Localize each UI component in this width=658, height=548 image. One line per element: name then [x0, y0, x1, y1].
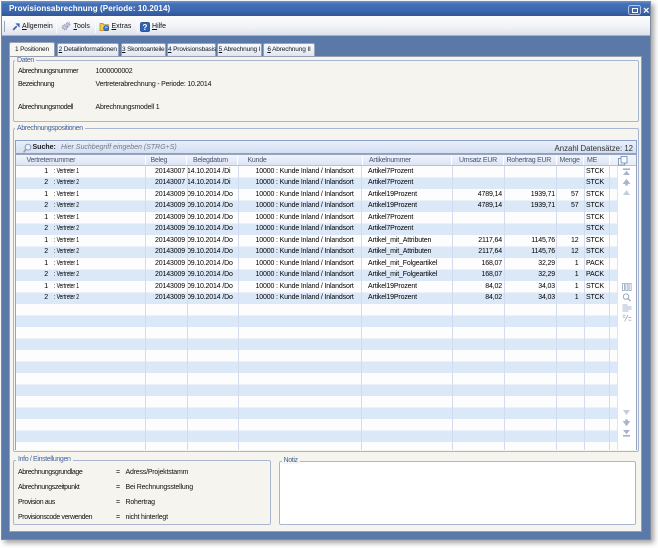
svg-text:?: ? — [143, 22, 148, 31]
